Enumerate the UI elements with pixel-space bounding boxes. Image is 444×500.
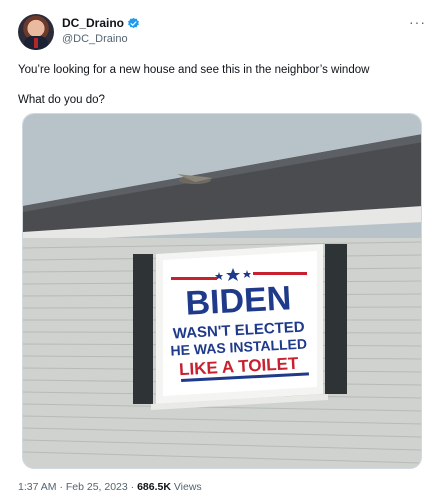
avatar-tie [34,38,38,48]
tweet-header: DC_Draino @DC_Draino ··· [18,14,428,54]
timestamp[interactable]: 1:37 AM · Feb 25, 2023 · [18,481,137,493]
tweet-text-line2: What do you do? [18,94,105,106]
more-options-icon[interactable]: ··· [409,14,426,30]
avatar[interactable] [18,14,54,50]
sign-stripe-right [253,272,307,275]
tweet-photo[interactable]: BIDEN WASN'T ELECTED HE WAS INSTALLED LI… [22,113,422,469]
tweet-meta: 1:37 AM · Feb 25, 2023 · 686.5K Views [18,481,202,493]
author-handle[interactable]: @DC_Draino [62,33,128,45]
verified-badge-icon [128,17,139,28]
author-name-row[interactable]: DC_Draino [62,16,140,30]
left-shutter [133,254,153,404]
author-name[interactable]: DC_Draino [62,16,124,30]
tweet-text-line1: You’re looking for a new house and see t… [18,64,370,76]
house-photo: BIDEN WASN'T ELECTED HE WAS INSTALLED LI… [23,114,421,468]
sign-line1: BIDEN [185,279,293,322]
views-count: 686.5K [137,481,171,493]
sign-stripe-left [171,277,217,280]
right-shutter [325,244,347,394]
views-label: Views [170,481,202,493]
